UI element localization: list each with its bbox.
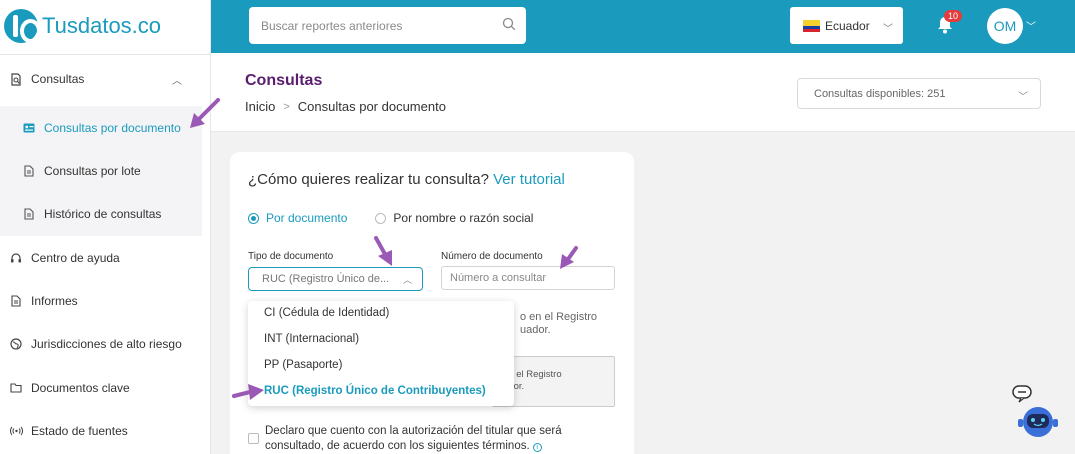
sidebar-item-centro-de-ayuda[interactable]: Centro de ayuda [0, 238, 202, 278]
brand-logo[interactable]: Tusdatos.co [4, 6, 161, 46]
sidebar-item-estado-de-fuentes[interactable]: Estado de fuentes [0, 411, 202, 451]
authorization-checkbox[interactable] [248, 433, 259, 444]
annotation-arrow-icon [190, 98, 220, 128]
radio-por-documento[interactable] [248, 212, 259, 224]
page-title: Consultas [245, 72, 323, 89]
chevron-down-icon: ﹀ [883, 24, 893, 35]
sidebar: Tusdatos.co Consultas ︿ Consultas por do… [0, 0, 211, 454]
signal-icon [9, 424, 23, 438]
sidebar-item-label: Centro de ayuda [31, 251, 120, 265]
search-input[interactable] [261, 18, 491, 33]
sidebar-item-label: Consultas por documento [44, 121, 181, 135]
radio-por-nombre-label[interactable]: Por nombre o razón social [393, 211, 533, 225]
sidebar-item-label: Estado de fuentes [31, 424, 128, 438]
query-question: ¿Cómo quieres realizar tu consulta? Ver … [248, 171, 565, 188]
sidebar-item-consultas-por-lote[interactable]: Consultas por lote [0, 151, 202, 191]
dropdown-option-pp[interactable]: PP (Pasaporte) [264, 359, 342, 371]
sidebar-item-consultas-por-documento[interactable]: Consultas por documento [0, 108, 202, 148]
chevron-up-icon: ︿ [172, 75, 182, 87]
hint-text-line2: uador. [520, 324, 551, 336]
search-document-icon [9, 72, 23, 86]
divider [0, 54, 211, 55]
annotation-arrow-icon [232, 384, 264, 400]
query-question-text: ¿Cómo quieres realizar tu consulta? [248, 171, 489, 188]
authorization-text: Declaro que cuento con la autorización d… [265, 424, 605, 454]
doc-number-input[interactable] [441, 266, 615, 290]
headset-icon [9, 251, 23, 265]
sidebar-section-label: Consultas [31, 72, 85, 86]
doc-number-label: Número de documento [441, 251, 543, 262]
annotation-arrow-icon [560, 246, 578, 269]
search-icon[interactable] [502, 17, 516, 31]
doc-type-select[interactable]: RUC (Registro Único de... ︿ [248, 267, 423, 291]
dropdown-option-ci[interactable]: CI (Cédula de Identidad) [264, 307, 389, 319]
document-icon [9, 294, 23, 308]
sidebar-section-consultas[interactable]: Consultas ︿ [0, 59, 202, 99]
chevron-down-icon[interactable]: ﹀ [1026, 18, 1036, 33]
info-icon[interactable]: i [532, 443, 542, 452]
annotation-arrow-icon [374, 236, 392, 266]
dropdown-option-ruc[interactable]: RUC (Registro Único de Contribuyentes) [264, 385, 486, 397]
folder-icon [9, 381, 23, 395]
globe-icon [9, 337, 23, 351]
chevron-up-icon: ︿ [402, 275, 412, 285]
sidebar-item-label: Jurisdicciones de alto riesgo [31, 337, 182, 351]
country-label: Ecuador [825, 18, 870, 33]
doc-type-dropdown-menu: CI (Cédula de Identidad) INT (Internacio… [248, 301, 514, 406]
brand-name: Tusdatos.co [42, 13, 162, 38]
page-header: Consultas Inicio > Consultas por documen… [211, 53, 1075, 132]
notification-badge: 10 [944, 10, 962, 22]
authorization-text-content: Declaro que cuento con la autorización d… [265, 425, 562, 452]
breadcrumb-home[interactable]: Inicio [245, 99, 275, 114]
document-icon [22, 164, 36, 178]
doc-type-value: RUC (Registro Único de... [262, 273, 390, 285]
sidebar-item-label: Consultas por lote [44, 164, 141, 178]
logo-icon [4, 9, 41, 43]
sidebar-item-informes[interactable]: Informes [0, 281, 202, 321]
query-mode-radios: Por documento Por nombre o razón social [248, 211, 533, 225]
breadcrumb: Inicio > Consultas por documento [245, 99, 446, 114]
sidebar-item-historico[interactable]: Histórico de consultas [0, 194, 202, 234]
chevron-down-icon: ﹀ [1018, 92, 1028, 103]
country-selector[interactable]: Ecuador ﹀ [790, 7, 903, 44]
available-queries-dropdown[interactable]: Consultas disponibles: 251 ﹀ [797, 78, 1041, 109]
dropdown-option-int[interactable]: INT (Internacional) [264, 333, 359, 345]
search-box [249, 7, 526, 44]
breadcrumb-current: Consultas por documento [297, 99, 446, 114]
sidebar-item-label: Histórico de consultas [44, 207, 162, 221]
id-card-icon [22, 121, 36, 135]
tutorial-link[interactable]: Ver tutorial [493, 171, 565, 188]
sidebar-submenu: Consultas por documento Consultas por lo… [0, 106, 202, 236]
sidebar-item-documentos-clave[interactable]: Documentos clave [0, 368, 202, 408]
available-queries-label: Consultas disponibles: 251 [814, 87, 946, 100]
ecuador-flag-icon [803, 19, 820, 32]
hint-text-line1: o en el Registro [520, 311, 598, 323]
document-icon [22, 207, 36, 221]
top-bar: Ecuador ﹀ 10 OM ﹀ [211, 0, 1075, 53]
radio-por-documento-label[interactable]: Por documento [266, 211, 347, 225]
doc-type-label: Tipo de documento [248, 251, 334, 262]
chatbot-icon[interactable] [1008, 384, 1068, 444]
radio-por-nombre[interactable] [375, 212, 387, 224]
sidebar-item-label: Documentos clave [31, 381, 130, 395]
chevron-right-icon: > [283, 100, 290, 113]
sidebar-item-label: Informes [31, 294, 78, 308]
sidebar-item-jurisdicciones[interactable]: Jurisdicciones de alto riesgo [0, 324, 202, 364]
user-avatar[interactable]: OM [987, 8, 1023, 44]
